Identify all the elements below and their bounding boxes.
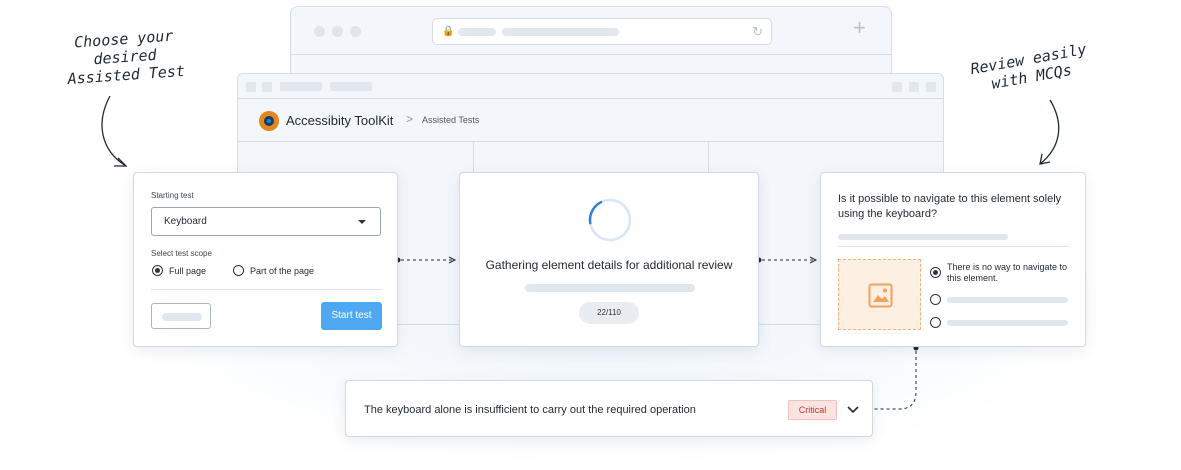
mcq-option-radio[interactable] [930,294,941,305]
scope-label: Select test scope [151,249,212,258]
chevron-down-icon[interactable] [847,405,859,415]
test-select[interactable]: Keyboard [151,207,381,236]
chevron-right-icon: > [406,112,414,126]
severity-badge: Critical [788,400,837,420]
gathering-progress-card: Gathering element details for additional… [459,172,759,347]
starting-test-label: Starting test [151,191,194,200]
mcq-question: Is it possible to navigate to this eleme… [838,193,1062,220]
lock-icon: 🔒 [442,26,455,37]
radio-part-of-page[interactable] [233,265,244,276]
url-placeholder [502,28,619,36]
annotation-choose-test: Choose your desired Assisted Test [58,26,191,89]
radio-full-page[interactable] [152,265,163,276]
start-test-card: Starting test Keyboard Select test scope… [133,172,398,347]
mcq-card: Is it possible to navigate to this eleme… [820,172,1086,347]
radio-label: Part of the page [250,266,315,276]
window-control [926,82,936,92]
breadcrumb[interactable]: Assisted Tests [422,115,479,125]
app-logo-icon [259,111,279,131]
window-titlebar [238,74,943,99]
issue-result-card[interactable]: The keyboard alone is insufficient to ca… [345,380,873,437]
gathering-message: Gathering element details for additional… [485,258,733,272]
progress-track [525,284,695,292]
mcq-option-radio[interactable] [930,267,941,278]
tab-placeholder [330,82,372,91]
start-test-button[interactable]: Start test [321,302,382,330]
button-placeholder [162,313,202,321]
caret-down-icon [358,220,366,224]
tab-placeholder [280,82,322,91]
window-control [909,82,919,92]
window-dot [314,26,325,37]
browser-toolbar: 🔒 ↻ + [291,7,891,55]
mcq-option-label: There is no way to navigate to this elem… [947,262,1068,283]
image-icon [868,283,893,308]
window-control [262,82,272,92]
selected-test-value: Keyboard [164,216,207,227]
mcq-option-radio[interactable] [930,317,941,328]
app-title: Accessibity ToolKit [286,113,394,128]
address-bar[interactable]: 🔒 ↻ [432,18,772,45]
option-placeholder [947,320,1068,326]
window-dot [350,26,361,37]
annotation-review-mcq: Review easily with MCQs [963,39,1097,97]
element-preview [838,259,921,330]
reload-icon[interactable]: ↻ [752,24,763,40]
new-tab-icon[interactable]: + [853,17,866,39]
window-control [892,82,902,92]
url-placeholder [458,28,496,36]
radio-label: Full page [169,266,207,276]
window-dot [332,26,343,37]
divider [151,289,382,290]
divider [838,246,1069,247]
progress-counter: 22/110 [579,302,639,324]
option-placeholder [947,297,1068,303]
secondary-button[interactable] [151,303,211,329]
text-placeholder [838,234,1008,240]
window-control [246,82,256,92]
issue-description: The keyboard alone is insufficient to ca… [364,404,696,416]
app-header: Accessibity ToolKit > Assisted Tests [238,99,943,142]
loading-spinner-icon [588,198,632,242]
